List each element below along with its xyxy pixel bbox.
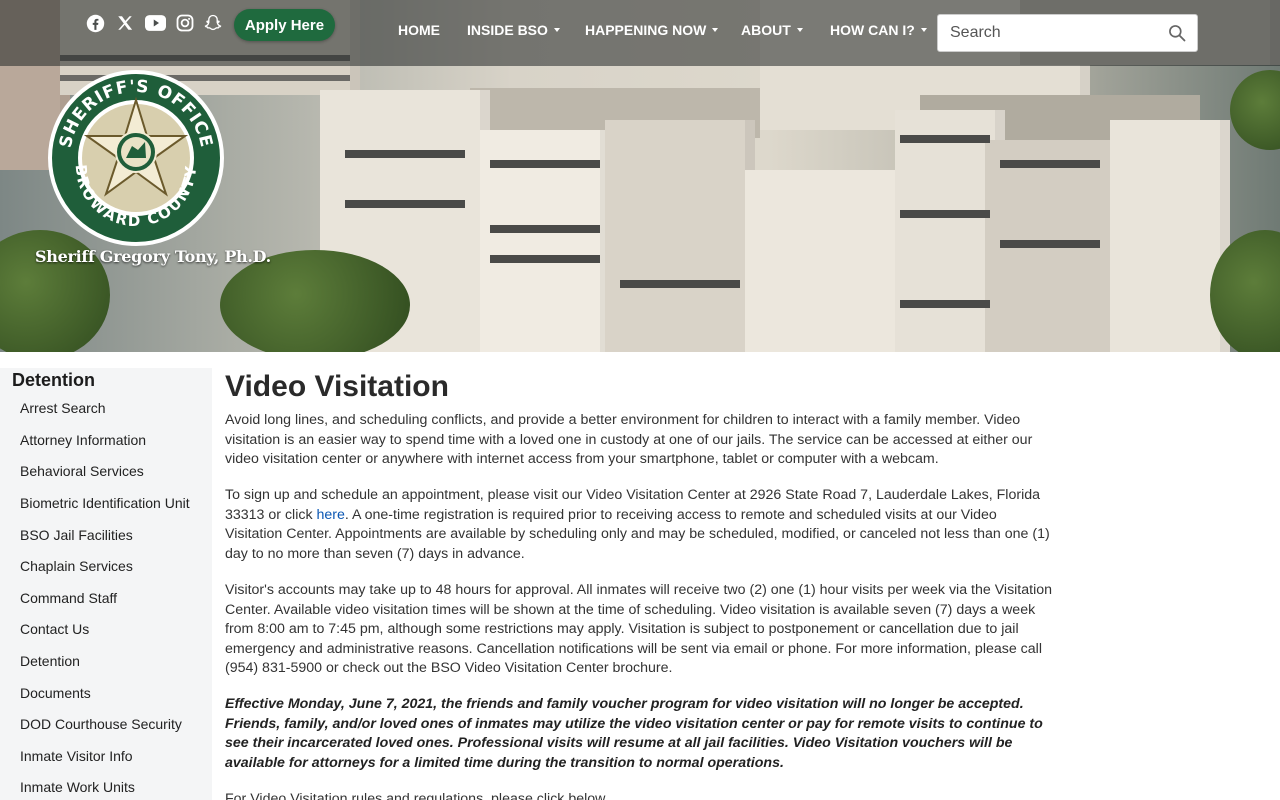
sheriff-seal-logo[interactable]: SHERIFF'S OFFICE BROWARD COUNTY <box>46 70 226 250</box>
sidebar-item-detention[interactable]: Detention <box>20 653 80 669</box>
search-box <box>937 14 1198 52</box>
apply-here-button[interactable]: Apply Here <box>234 9 335 41</box>
sidebar-item-biometric-identification-unit[interactable]: Biometric Identification Unit <box>20 495 190 511</box>
sidebar-item-dod-courthouse-security[interactable]: DOD Courthouse Security <box>20 716 182 732</box>
sidebar-item-bso-jail-facilities[interactable]: BSO Jail Facilities <box>20 527 133 543</box>
nav-home[interactable]: HOME <box>398 22 440 38</box>
caret-down-icon <box>796 28 803 32</box>
voucher-notice-paragraph: Effective Monday, June 7, 2021, the frie… <box>225 696 1043 771</box>
sidebar-item-documents[interactable]: Documents <box>20 685 91 701</box>
sidebar-item-attorney-information[interactable]: Attorney Information <box>20 432 146 448</box>
sidebar-item-command-staff[interactable]: Command Staff <box>20 590 117 606</box>
nav-inside-bso[interactable]: INSIDE BSO <box>467 22 560 38</box>
search-input[interactable] <box>938 15 1158 51</box>
page-title: Video Visitation <box>225 370 449 403</box>
sidebar-item-behavioral-services[interactable]: Behavioral Services <box>20 463 144 479</box>
sidebar-item-contact-us[interactable]: Contact Us <box>20 621 89 637</box>
sidebar-item-arrest-search[interactable]: Arrest Search <box>20 400 106 416</box>
snapchat-icon[interactable] <box>203 12 223 34</box>
top-navigation-bar: Apply Here HOME INSIDE BSO HAPPENING NOW… <box>0 0 1280 66</box>
nav-home-label: HOME <box>398 22 440 38</box>
nav-how-can-i-label: HOW CAN I? <box>830 22 915 38</box>
approval-paragraph: Visitor's accounts may take up to 48 hou… <box>225 582 1053 677</box>
sidebar-item-chaplain-services[interactable]: Chaplain Services <box>20 558 133 574</box>
nav-inside-bso-label: INSIDE BSO <box>467 22 548 38</box>
sidebar-item-inmate-work-units[interactable]: Inmate Work Units <box>20 779 135 795</box>
search-icon[interactable] <box>1167 23 1189 45</box>
here-link[interactable]: here <box>316 507 344 523</box>
rules-paragraph: For Video Visitation rules and regulatio… <box>225 791 609 800</box>
signup-paragraph: To sign up and schedule an appointment, … <box>225 486 1055 564</box>
nav-about-label: ABOUT <box>741 22 791 38</box>
nav-happening-now[interactable]: HAPPENING NOW <box>585 22 719 38</box>
x-icon[interactable] <box>115 12 135 34</box>
youtube-icon[interactable] <box>144 12 166 34</box>
signup-text-after: . A one-time registration is required pr… <box>225 506 1050 562</box>
caret-down-icon <box>553 28 560 32</box>
facebook-icon[interactable] <box>85 12 105 34</box>
nav-how-can-i[interactable]: HOW CAN I? <box>830 22 927 38</box>
sidebar-item-inmate-visitor-info[interactable]: Inmate Visitor Info <box>20 748 133 764</box>
caret-down-icon <box>920 28 927 32</box>
instagram-icon[interactable] <box>175 12 195 34</box>
caret-down-icon <box>712 28 719 32</box>
nav-happening-now-label: HAPPENING NOW <box>585 22 707 38</box>
sidebar-title: Detention <box>12 370 95 390</box>
sidebar: Detention Arrest Search Attorney Informa… <box>0 368 212 800</box>
sheriff-name-text: Sheriff Gregory Tony, Ph.D. <box>35 247 271 266</box>
nav-about[interactable]: ABOUT <box>741 22 803 38</box>
intro-paragraph: Avoid long lines, and scheduling conflic… <box>225 412 1033 468</box>
